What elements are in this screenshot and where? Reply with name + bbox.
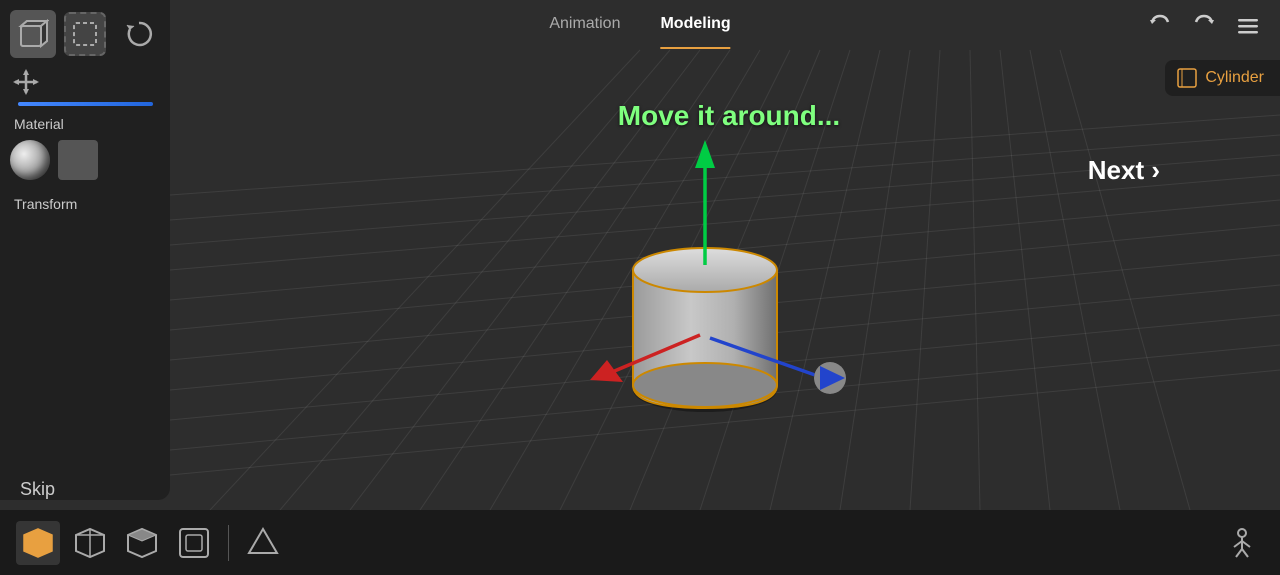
rigging-button[interactable] bbox=[1220, 521, 1264, 565]
selection-tool-button[interactable] bbox=[64, 12, 106, 56]
object-mode-button[interactable] bbox=[16, 521, 60, 565]
move-tool-button[interactable] bbox=[10, 66, 42, 98]
cylinder-label[interactable]: Cylinder bbox=[1165, 60, 1280, 96]
nav-tabs: Animation Modeling bbox=[549, 1, 730, 49]
menu-button[interactable] bbox=[1232, 10, 1264, 42]
texture-mode-button[interactable] bbox=[172, 521, 216, 565]
instruction-text: Move it around... bbox=[618, 100, 840, 132]
material-section-label: Material bbox=[10, 116, 160, 132]
rotate-tool-button[interactable] bbox=[118, 12, 160, 56]
sculpt-mode-button[interactable] bbox=[120, 521, 164, 565]
material-row bbox=[10, 140, 160, 180]
top-right-controls bbox=[1144, 10, 1264, 42]
undo-button[interactable] bbox=[1144, 10, 1176, 42]
top-icons-row bbox=[10, 10, 160, 58]
skip-button[interactable]: Skip bbox=[20, 479, 55, 500]
transform-section-label: Transform bbox=[10, 196, 160, 212]
bottom-toolbar bbox=[0, 510, 1280, 575]
toolbar-separator bbox=[228, 525, 229, 561]
left-panel: Material Transform bbox=[0, 0, 170, 500]
redo-button[interactable] bbox=[1188, 10, 1220, 42]
material-sphere-icon[interactable] bbox=[10, 140, 50, 180]
next-button[interactable]: Next › bbox=[1088, 155, 1160, 186]
tab-modeling[interactable]: Modeling bbox=[660, 1, 730, 49]
cube-view-button[interactable] bbox=[10, 10, 56, 58]
top-bar: Animation Modeling bbox=[0, 0, 1280, 50]
cylinder-label-text: Cylinder bbox=[1205, 69, 1264, 87]
progress-bar bbox=[18, 102, 153, 106]
node-mode-button[interactable] bbox=[241, 521, 285, 565]
material-slot[interactable] bbox=[58, 140, 98, 180]
tab-animation[interactable]: Animation bbox=[549, 1, 620, 49]
cylinder-object-icon bbox=[1177, 68, 1197, 88]
edit-mode-button[interactable] bbox=[68, 521, 112, 565]
cylinder-scene-svg bbox=[475, 80, 975, 480]
